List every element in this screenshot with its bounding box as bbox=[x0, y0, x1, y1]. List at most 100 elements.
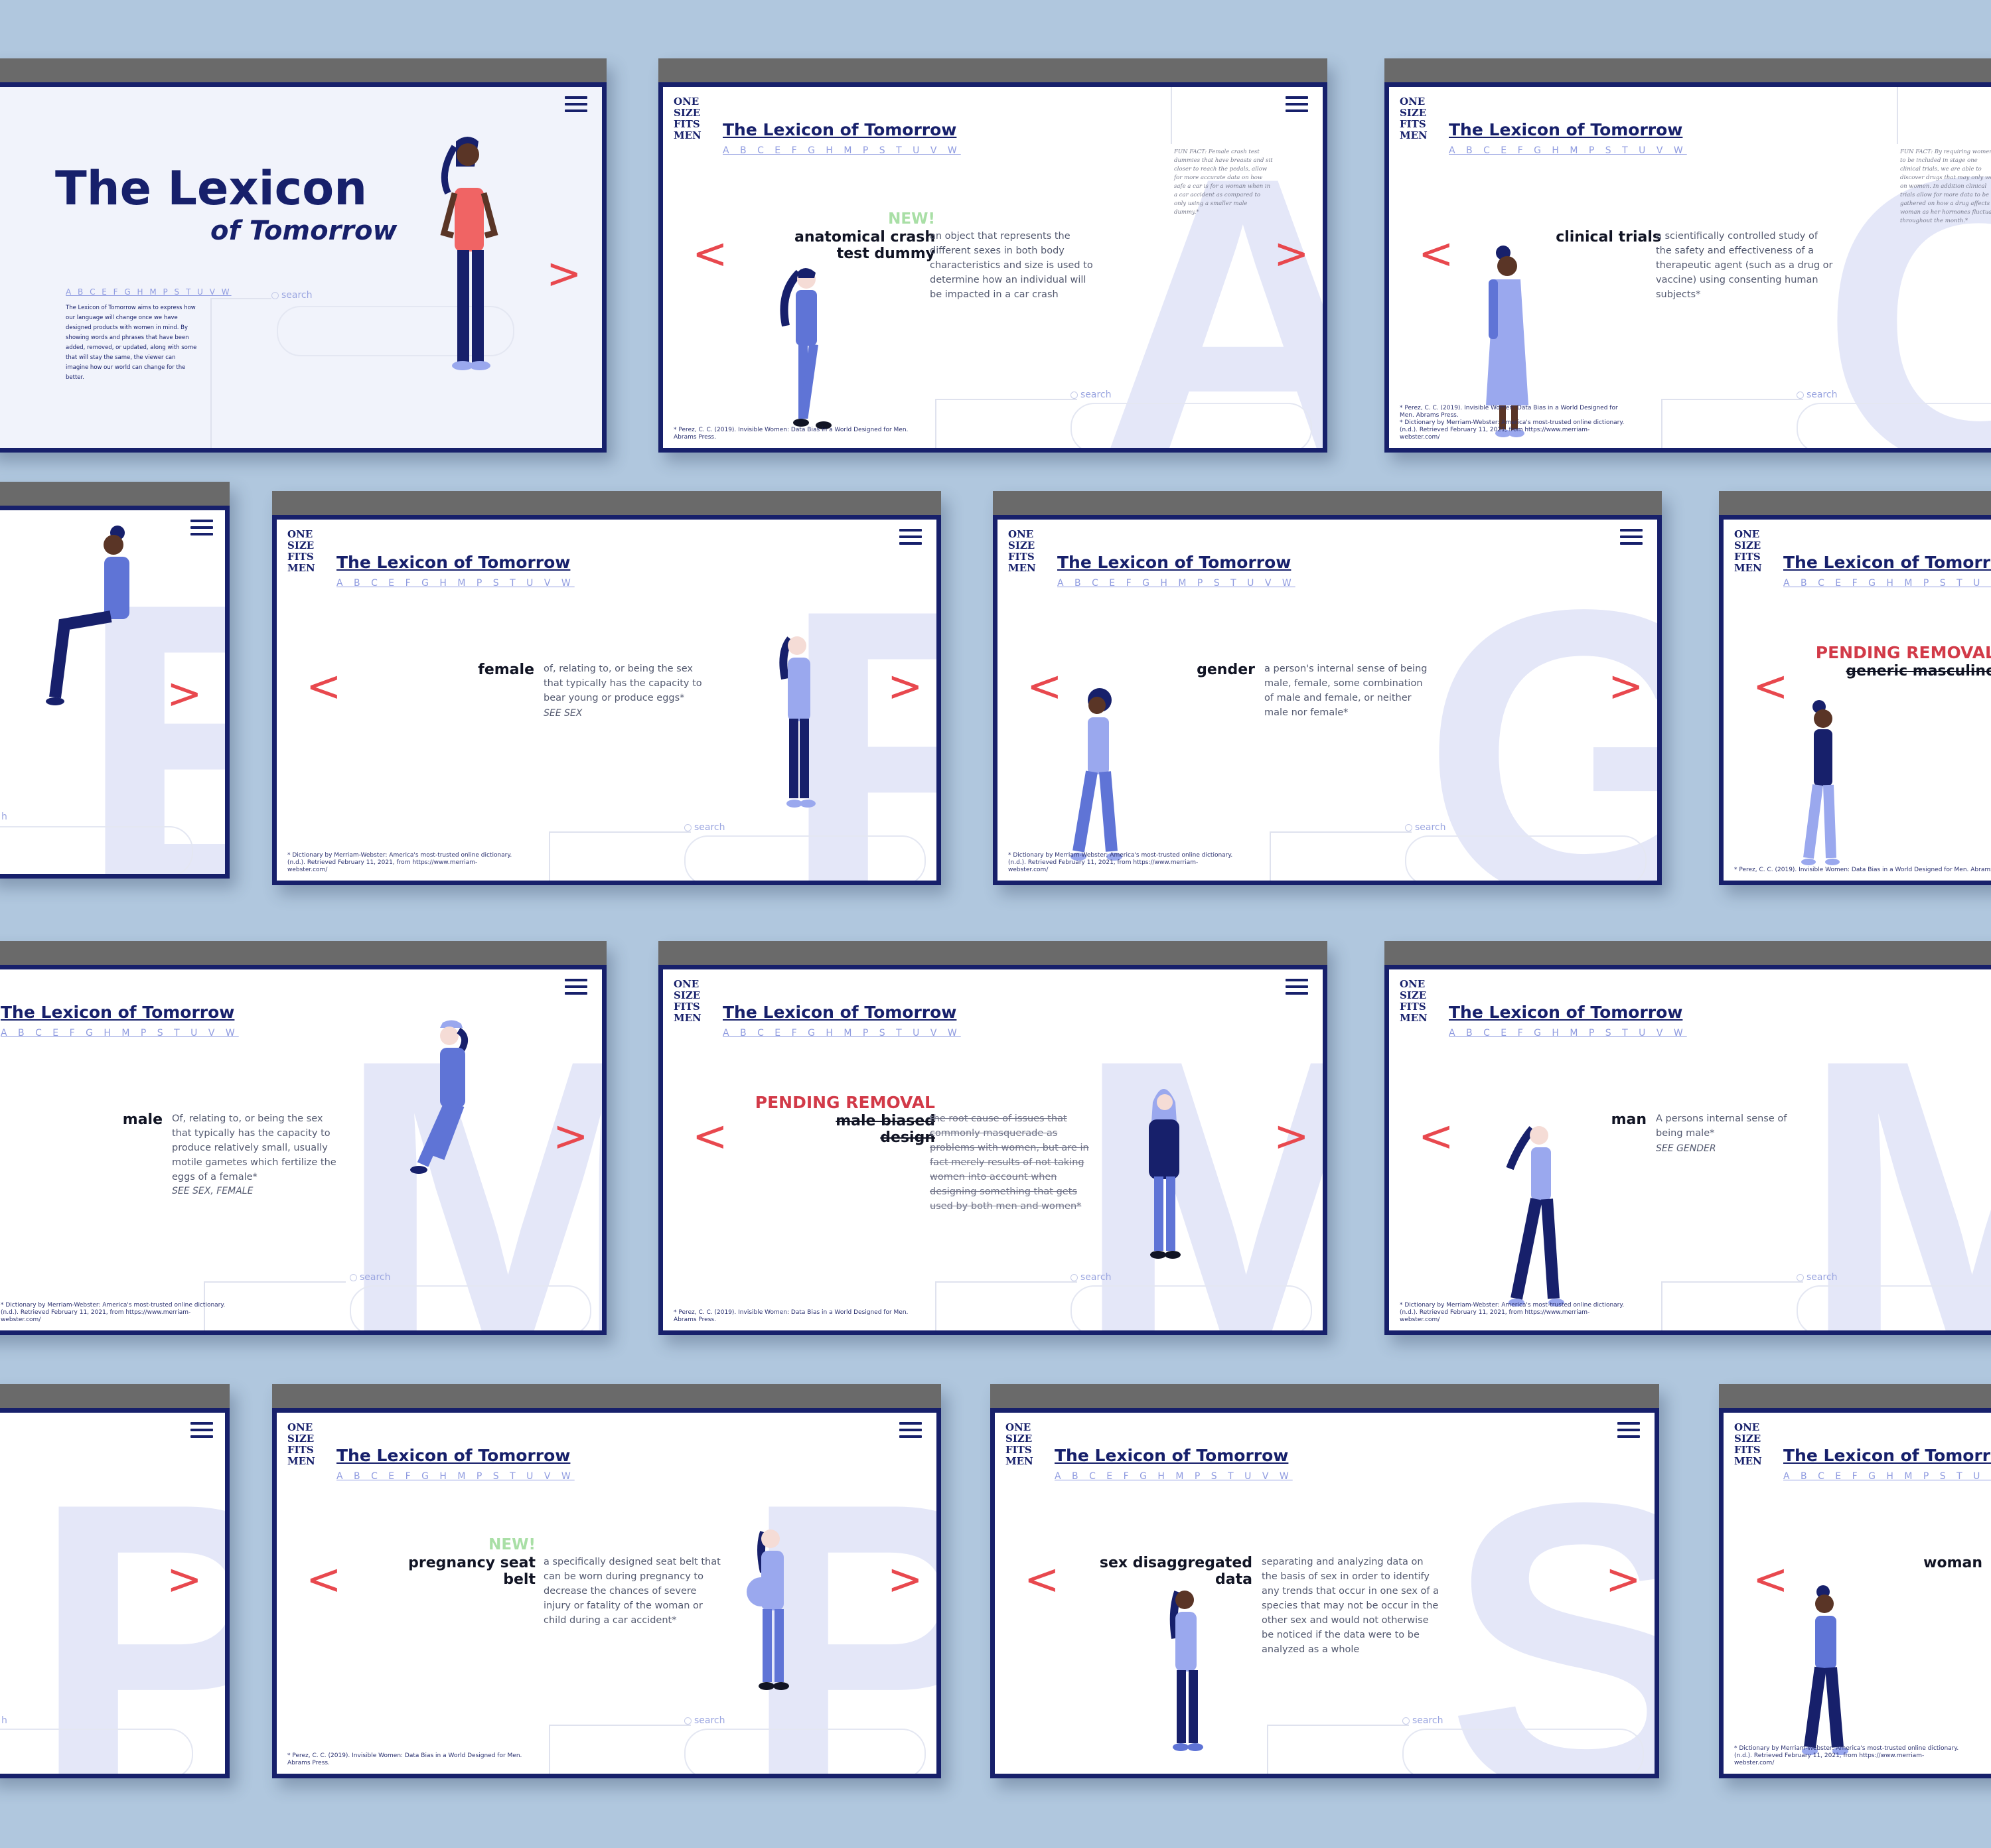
window-woman: ONE SIZE FITS MEN The Lexicon of Tomorro… bbox=[1719, 1384, 1991, 1778]
hamburger-menu-icon[interactable] bbox=[899, 1422, 922, 1438]
page-title[interactable]: The Lexicon of Tomorrow bbox=[1, 1003, 234, 1022]
search-input[interactable] bbox=[1405, 835, 1647, 881]
window-controls[interactable] bbox=[999, 1392, 1029, 1399]
logo[interactable]: ONE SIZE FITS MEN bbox=[1005, 1422, 1045, 1467]
logo[interactable]: ONE SIZE FITS MEN bbox=[287, 1422, 327, 1467]
hamburger-menu-icon[interactable] bbox=[1286, 96, 1308, 112]
page-title[interactable]: The Lexicon of Tomorrow bbox=[723, 1003, 956, 1022]
alphabet-nav[interactable]: A B C E F G H M P S T U V W bbox=[66, 287, 232, 297]
page-title[interactable]: The Lexicon of Tomorrow bbox=[336, 553, 570, 572]
logo[interactable]: ONE SIZE FITS MEN bbox=[674, 979, 713, 1024]
page-title[interactable]: The Lexicon of Tomorrow bbox=[1449, 120, 1682, 139]
window-controls[interactable] bbox=[1728, 499, 1757, 506]
next-arrow-icon[interactable]: > bbox=[553, 1115, 589, 1158]
window-controls[interactable] bbox=[1394, 66, 1423, 73]
hamburger-menu-icon[interactable] bbox=[565, 96, 587, 112]
page-title[interactable]: The Lexicon of Tomorrow bbox=[1783, 1446, 1991, 1465]
hamburger-menu-icon[interactable] bbox=[899, 529, 922, 545]
alphabet-nav[interactable]: A B C E F G H M P S T U V W bbox=[1449, 145, 1687, 156]
prev-arrow-icon[interactable]: < bbox=[306, 1559, 342, 1601]
next-arrow-icon[interactable]: > bbox=[1605, 1559, 1641, 1601]
window-controls[interactable] bbox=[0, 1392, 25, 1399]
hamburger-menu-icon[interactable] bbox=[190, 1422, 213, 1438]
page-title[interactable]: The Lexicon of Tomorrow bbox=[336, 1446, 570, 1465]
alphabet-nav[interactable]: A B C E F G H M P S T U V W bbox=[1057, 578, 1295, 589]
see-also: SEE SEX bbox=[544, 708, 583, 719]
prev-arrow-icon[interactable]: < bbox=[1027, 666, 1063, 708]
hamburger-menu-icon[interactable] bbox=[565, 979, 587, 995]
window-female: F ONE SIZE FITS MEN The Lexicon of Tomor… bbox=[272, 491, 941, 885]
logo[interactable]: ONE SIZE FITS MEN bbox=[287, 529, 327, 574]
search-input[interactable] bbox=[684, 1729, 926, 1774]
alphabet-nav[interactable]: A B C E F G H M P S T U V W bbox=[723, 1028, 961, 1038]
prev-arrow-icon[interactable]: < bbox=[1418, 233, 1454, 275]
alphabet-nav[interactable]: A B C E F G H M P S T U V W bbox=[1449, 1028, 1687, 1038]
prev-arrow-icon[interactable]: < bbox=[1753, 666, 1789, 708]
search-input[interactable] bbox=[0, 826, 193, 874]
page-title[interactable]: The Lexicon of Tomorrow bbox=[1449, 1003, 1682, 1022]
hamburger-menu-icon[interactable] bbox=[1620, 529, 1643, 545]
window-controls[interactable] bbox=[1394, 949, 1423, 956]
page-title[interactable]: The Lexicon of Tomorrow bbox=[1057, 553, 1291, 572]
alphabet-nav[interactable]: A B C E F G H M P S T U V W bbox=[1783, 1471, 1991, 1482]
page-title[interactable]: The Lexicon of Tomorrow bbox=[1055, 1446, 1288, 1465]
next-arrow-icon[interactable]: > bbox=[167, 1559, 202, 1601]
window-controls[interactable] bbox=[668, 66, 697, 73]
illustration-woman-standing bbox=[440, 137, 498, 370]
search-input[interactable] bbox=[1070, 1285, 1312, 1330]
footnote: * Dictionary by Merriam-Webster: America… bbox=[1008, 852, 1233, 873]
logo[interactable]: ONE SIZE FITS MEN bbox=[1008, 529, 1048, 574]
search-connector bbox=[1661, 1281, 1803, 1330]
prev-arrow-icon[interactable]: < bbox=[1753, 1559, 1789, 1601]
prev-arrow-icon[interactable]: < bbox=[1024, 1559, 1060, 1601]
window-controls[interactable] bbox=[1728, 1392, 1757, 1399]
alphabet-nav[interactable]: A B C E F G H M P S T U V W bbox=[723, 145, 961, 156]
logo[interactable]: ONE SIZE FITS MEN bbox=[1734, 1422, 1774, 1467]
prev-arrow-icon[interactable]: < bbox=[1418, 1115, 1454, 1158]
next-arrow-icon[interactable]: > bbox=[546, 253, 582, 295]
search-input[interactable] bbox=[350, 1285, 591, 1330]
dictionary-word: male biased design bbox=[836, 1113, 935, 1146]
logo[interactable]: ONE SIZE FITS MEN bbox=[674, 96, 713, 141]
logo[interactable]: ONE SIZE FITS MEN bbox=[1400, 979, 1439, 1024]
window-controls[interactable] bbox=[0, 66, 25, 73]
alphabet-nav[interactable]: A B C E F G H M P S T U V W bbox=[1783, 578, 1991, 589]
prev-arrow-icon[interactable]: < bbox=[692, 233, 728, 275]
search-input[interactable] bbox=[684, 835, 926, 881]
alphabet-nav[interactable]: A B C E F G H M P S T U V W bbox=[1055, 1471, 1293, 1482]
next-arrow-icon[interactable]: > bbox=[167, 673, 202, 715]
next-arrow-icon[interactable]: > bbox=[887, 666, 923, 708]
logo[interactable]: ONE SIZE FITS MEN bbox=[1400, 96, 1439, 141]
illustration-woman-walking-long-hair bbox=[1506, 1126, 1564, 1307]
footnote: * Dictionary by Merriam-Webster: America… bbox=[287, 852, 512, 873]
prev-arrow-icon[interactable]: < bbox=[692, 1115, 728, 1158]
search-input[interactable] bbox=[0, 1729, 193, 1774]
search-input[interactable] bbox=[1070, 403, 1312, 448]
hamburger-menu-icon[interactable] bbox=[1286, 979, 1308, 995]
window-controls[interactable] bbox=[281, 1392, 311, 1399]
window-controls[interactable] bbox=[281, 499, 311, 506]
word-definition: A persons internal sense of being male* bbox=[1656, 1113, 1787, 1139]
next-arrow-icon[interactable]: > bbox=[1274, 233, 1309, 275]
logo[interactable]: ONE SIZE FITS MEN bbox=[1734, 529, 1774, 574]
word-definition: the root cause of issues that commonly m… bbox=[930, 1113, 1089, 1212]
next-arrow-icon[interactable]: > bbox=[887, 1559, 923, 1601]
page-title[interactable]: The Lexicon of Tomorrow bbox=[723, 120, 956, 139]
search-input[interactable] bbox=[1797, 1285, 1991, 1330]
hamburger-menu-icon[interactable] bbox=[1617, 1422, 1640, 1438]
search-label: search bbox=[271, 290, 313, 301]
search-input[interactable] bbox=[1797, 403, 1991, 448]
hamburger-menu-icon[interactable] bbox=[190, 520, 213, 535]
search-input[interactable] bbox=[1402, 1729, 1644, 1774]
alphabet-nav[interactable]: A B C E F G H M P S T U V W bbox=[336, 1471, 575, 1482]
next-arrow-icon[interactable]: > bbox=[1274, 1115, 1309, 1158]
prev-arrow-icon[interactable]: < bbox=[306, 666, 342, 708]
page-title[interactable]: The Lexicon of Tomorrow bbox=[1783, 553, 1991, 572]
window-controls[interactable] bbox=[668, 949, 697, 956]
alphabet-nav[interactable]: A B C E F G H M P S T U V W bbox=[1, 1028, 239, 1038]
window-controls[interactable] bbox=[0, 490, 25, 496]
next-arrow-icon[interactable]: > bbox=[1608, 666, 1644, 708]
window-controls[interactable] bbox=[1002, 499, 1031, 506]
search-label: search bbox=[1402, 1715, 1443, 1726]
alphabet-nav[interactable]: A B C E F G H M P S T U V W bbox=[336, 578, 575, 589]
